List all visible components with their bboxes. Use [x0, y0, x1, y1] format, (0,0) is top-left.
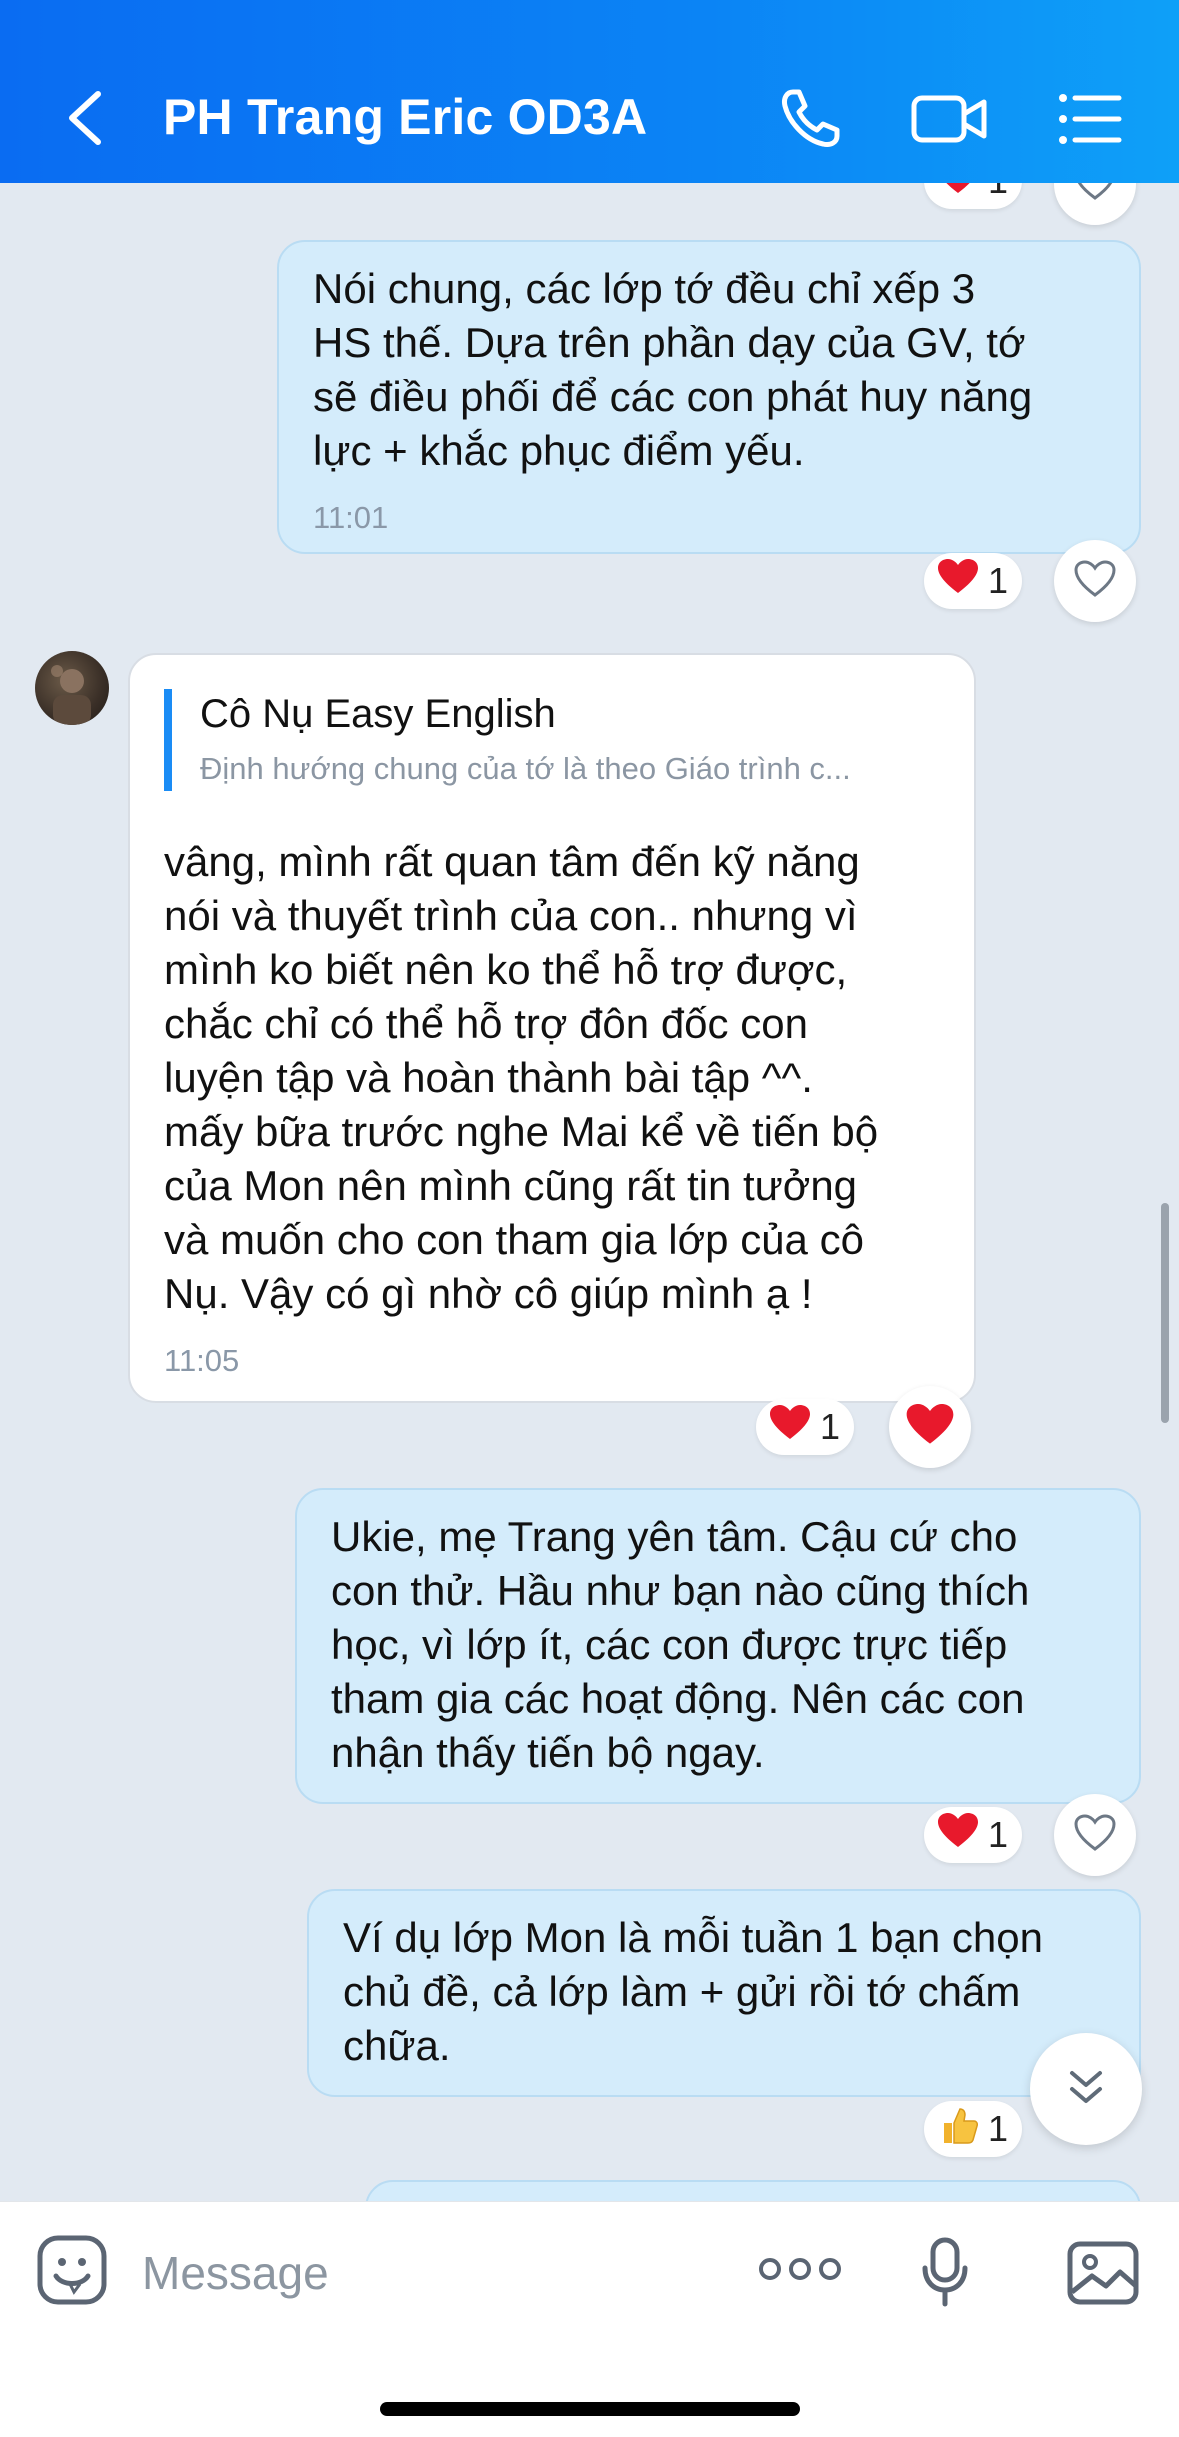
outgoing-message[interactable]: Ukie, mẹ Trang yên tâm. Cậu cứ cho con t… — [295, 1488, 1141, 1804]
reaction-pill[interactable]: 1 — [756, 1399, 855, 1455]
chat-title[interactable]: PH Trang Eric OD3A — [163, 88, 647, 146]
sender-avatar[interactable] — [35, 651, 109, 725]
message-list[interactable]: 1 Nói chung, các lớp tớ đều chỉ xếp 3 HS… — [0, 183, 1179, 2201]
heart-outline-icon — [1073, 183, 1117, 207]
reaction-pill[interactable]: 1 — [924, 183, 1023, 209]
phone-icon[interactable] — [775, 84, 845, 154]
thumbs-up-icon — [938, 2105, 978, 2154]
microphone-icon[interactable] — [920, 2236, 970, 2313]
chat-header: PH Trang Eric OD3A — [0, 0, 1179, 183]
heart-outline-icon — [1073, 1813, 1117, 1858]
message-input[interactable]: Message — [142, 2246, 329, 2300]
image-gallery-icon[interactable] — [1066, 2240, 1140, 2311]
quoted-sender-name: Cô Nụ Easy English — [200, 692, 556, 736]
menu-list-icon[interactable] — [1055, 84, 1125, 154]
sticker-icon[interactable] — [36, 2234, 108, 2311]
quoted-text: Định hướng chung của tớ là theo Giáo trì… — [200, 751, 851, 786]
react-button-active[interactable] — [889, 1386, 971, 1468]
react-button[interactable] — [1054, 1794, 1136, 1876]
message-text: Ukie, mẹ Trang yên tâm. Cậu cứ cho con t… — [331, 1513, 1030, 1776]
incoming-message[interactable]: Cô Nụ Easy English Định hướng chung của … — [128, 653, 976, 1403]
outgoing-message[interactable]: Nói chung, các lớp tớ đều chỉ xếp 3 HS t… — [277, 240, 1141, 554]
reaction-pill[interactable]: 1 — [924, 2101, 1023, 2157]
message-text: Nói chung, các lớp tớ đều chỉ xếp 3 HS t… — [313, 265, 1033, 474]
back-icon[interactable] — [62, 88, 112, 148]
scroll-to-bottom-button[interactable] — [1030, 2033, 1142, 2145]
heart-icon — [938, 1812, 978, 1858]
heart-outline-icon — [1073, 559, 1117, 604]
outgoing-message[interactable] — [365, 2180, 1141, 2201]
heart-icon — [938, 183, 978, 204]
message-time: 11:05 — [164, 1343, 240, 1378]
react-button[interactable] — [1054, 540, 1136, 622]
reaction-pill[interactable]: 1 — [924, 1807, 1023, 1863]
quoted-message[interactable]: Cô Nụ Easy English Định hướng chung của … — [164, 689, 940, 791]
reaction-pill[interactable]: 1 — [924, 553, 1023, 609]
message-text: Ví dụ lớp Mon là mỗi tuần 1 bạn chọn chủ… — [343, 1914, 1043, 2069]
message-text: vâng, mình rất quan tâm đến kỹ năng nói … — [164, 838, 879, 1317]
heart-icon — [906, 1403, 954, 1451]
heart-icon — [938, 558, 978, 604]
message-time: 11:01 — [313, 500, 389, 535]
heart-icon — [770, 1404, 810, 1450]
outgoing-message[interactable]: Ví dụ lớp Mon là mỗi tuần 1 bạn chọn chủ… — [307, 1889, 1141, 2097]
video-call-icon[interactable] — [910, 84, 987, 154]
double-chevron-down-icon — [1064, 2065, 1108, 2114]
scrollbar[interactable] — [1161, 1203, 1169, 1423]
home-indicator — [380, 2402, 800, 2416]
more-icon[interactable] — [758, 2254, 842, 2289]
react-button[interactable] — [1054, 183, 1136, 225]
